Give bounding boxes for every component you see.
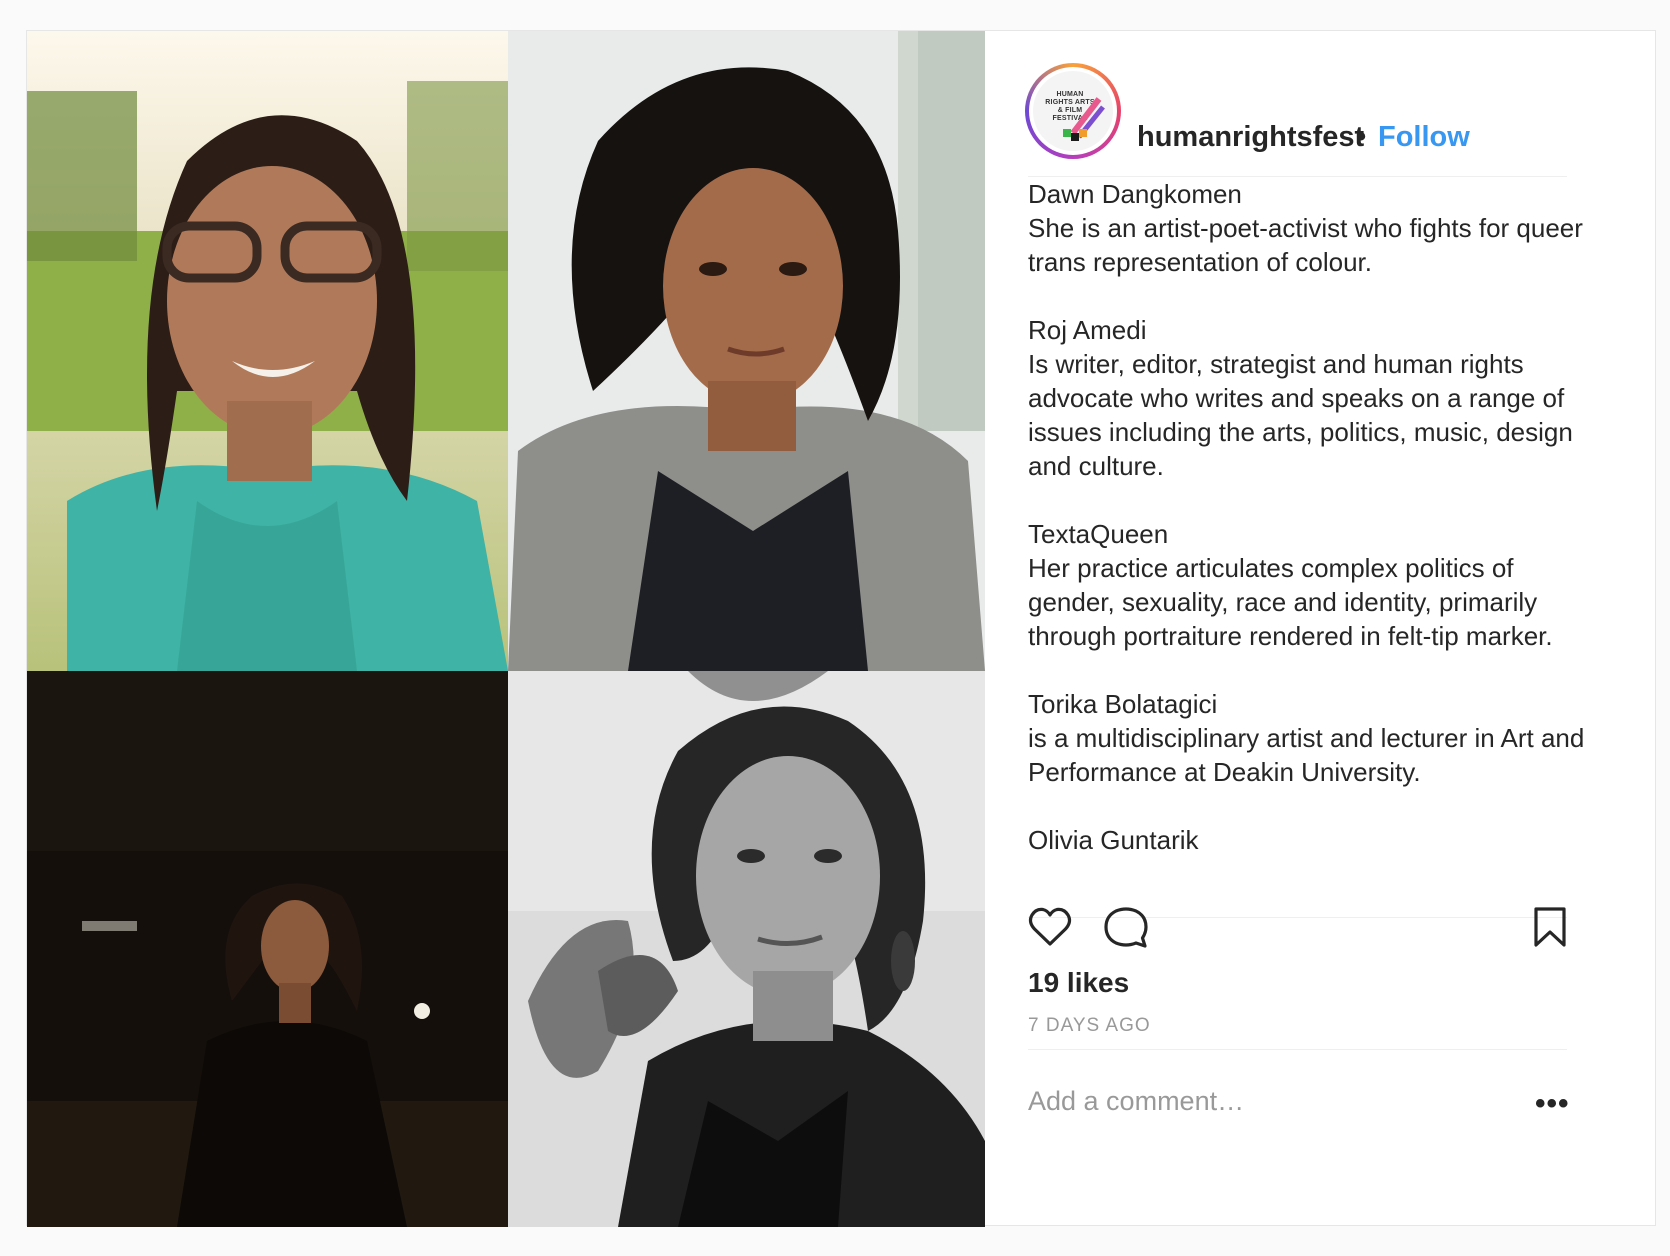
likes-count[interactable]: 19 likes [1028, 967, 1129, 999]
post-timestamp[interactable]: 7 DAYS AGO [1028, 1015, 1151, 1037]
story-ring[interactable]: HUMAN RIGHTS ARTS & FILM FESTIVAL [1025, 63, 1121, 159]
photo-woman-teal-top [27, 31, 508, 671]
person-bio: Her practice articulates complex politic… [1028, 553, 1553, 651]
person-bio: is a multidisciplinary artist and lectur… [1028, 723, 1585, 787]
photo-woman-grey-jacket [508, 31, 985, 671]
person-name: TextaQueen [1028, 519, 1169, 549]
post-header: HUMAN RIGHTS ARTS & FILM FESTIVAL humanr… [985, 31, 1657, 181]
heart-icon[interactable] [1026, 903, 1074, 951]
caption-entry: Roj Amedi Is writer, editor, strategist … [1028, 313, 1588, 483]
person-name: Olivia Guntarik [1028, 825, 1199, 855]
bookmark-icon[interactable] [1526, 903, 1574, 951]
separator-dot: • [1356, 121, 1367, 153]
photo-woman-black-white [508, 671, 985, 1227]
comment-icon[interactable] [1102, 903, 1150, 951]
comment-input[interactable] [1028, 1083, 1518, 1119]
person-bio: She is an artist-poet-activist who fight… [1028, 213, 1583, 277]
avatar-logo-icon [1063, 97, 1105, 141]
caption-entry: Olivia Guntarik [1028, 823, 1588, 857]
username-link[interactable]: humanrightsfest [1137, 121, 1364, 154]
post-side-panel: HUMAN RIGHTS ARTS & FILM FESTIVAL humanr… [985, 31, 1657, 1227]
follow-button[interactable]: Follow [1378, 121, 1470, 154]
photo-woman-night [27, 671, 508, 1227]
more-options-icon[interactable]: ••• [1535, 1087, 1570, 1121]
person-name: Roj Amedi [1028, 315, 1147, 345]
person-name: Torika Bolatagici [1028, 689, 1218, 719]
caption: Dawn Dangkomen She is an artist-poet-act… [1028, 177, 1588, 917]
photo-collage[interactable] [27, 31, 985, 1227]
caption-entry: TextaQueen Her practice articulates comp… [1028, 517, 1588, 653]
avatar[interactable]: HUMAN RIGHTS ARTS & FILM FESTIVAL [1033, 71, 1113, 151]
caption-entry: Torika Bolatagici is a multidisciplinary… [1028, 687, 1588, 789]
person-name: Dawn Dangkomen [1028, 179, 1242, 209]
caption-entry: Dawn Dangkomen She is an artist-poet-act… [1028, 177, 1588, 279]
person-bio: Is writer, editor, strategist and human … [1028, 349, 1573, 481]
instagram-post: HUMAN RIGHTS ARTS & FILM FESTIVAL humanr… [26, 30, 1657, 1227]
divider [1028, 1049, 1567, 1050]
